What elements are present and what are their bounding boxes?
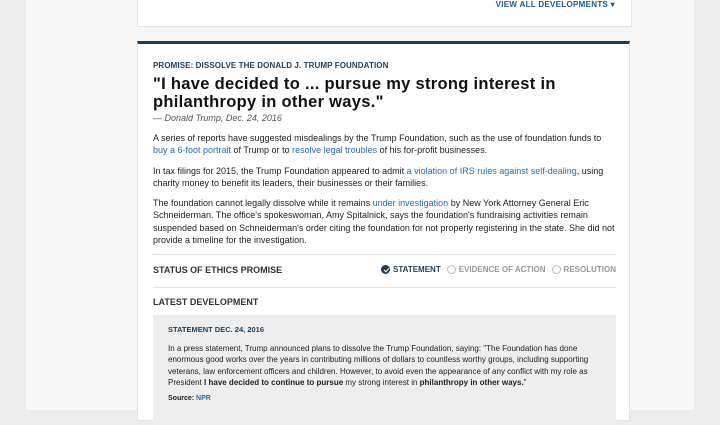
paragraph-1-text-b: of Trump or to bbox=[231, 145, 293, 156]
step-label: RESOLUTION bbox=[563, 265, 616, 274]
latest-text-bold-a: I have decided to continue to pursue bbox=[204, 377, 344, 387]
paragraph-1: A series of reports have suggested misde… bbox=[153, 132, 616, 157]
step-resolution: RESOLUTION bbox=[551, 265, 616, 274]
ethics-status-row: STATUS OF ETHICS PROMISE STATEMENT EVIDE… bbox=[153, 265, 616, 279]
latest-text-c: " bbox=[523, 377, 527, 387]
view-all-developments-link[interactable]: VIEW ALL DEVELOPMENTS ▾ bbox=[496, 0, 615, 9]
empty-circle-icon bbox=[551, 265, 561, 274]
source-label: Source: bbox=[168, 395, 197, 403]
latest-source: Source: NPR bbox=[168, 395, 601, 402]
paragraph-1-text-a: A series of reports have suggested misde… bbox=[153, 133, 602, 143]
check-circle-icon bbox=[381, 265, 391, 274]
paragraph-1-text-c: of his for-profit businesses. bbox=[377, 145, 488, 156]
quote-attribution: — Donald Trump, Dec. 24, 2016 bbox=[153, 113, 282, 123]
legal-troubles-link[interactable]: resolve legal troubles bbox=[292, 145, 377, 155]
paragraph-3-text-a: The foundation cannot legally dissolve w… bbox=[153, 198, 373, 208]
paragraph-2-text-a: In tax filings for 2015, the Trump Found… bbox=[153, 166, 407, 176]
latest-text-bold-b: philanthropy in other ways. bbox=[419, 377, 524, 387]
empty-circle-icon bbox=[446, 265, 456, 274]
step-evidence-of-action: EVIDENCE OF ACTION bbox=[446, 265, 546, 274]
paragraph-3: The foundation cannot legally dissolve w… bbox=[153, 197, 616, 246]
latest-development-text: In a press statement, Trump announced pl… bbox=[168, 343, 601, 388]
promise-quote: "I have decided to ... pursue my strong … bbox=[153, 75, 556, 111]
latest-development-content: STATEMENT DEC. 24, 2016 In a press state… bbox=[168, 325, 601, 402]
step-statement: STATEMENT bbox=[381, 265, 441, 274]
divider bbox=[153, 287, 616, 288]
latest-development-title: LATEST DEVELOPMENT bbox=[153, 297, 259, 307]
promise-kicker: PROMISE: DISSOLVE THE DONALD J. TRUMP FO… bbox=[153, 61, 389, 70]
latest-text-b: my strong interest in bbox=[343, 377, 420, 387]
latest-development-kicker: STATEMENT DEC. 24, 2016 bbox=[168, 325, 264, 334]
latest-development-panel: STATEMENT DEC. 24, 2016 In a press state… bbox=[153, 315, 616, 425]
source-npr-link[interactable]: NPR bbox=[196, 395, 211, 402]
promise-card: PROMISE: DISSOLVE THE DONALD J. TRUMP FO… bbox=[137, 41, 630, 425]
portrait-link[interactable]: buy a 6-foot portrait bbox=[153, 145, 231, 155]
irs-violation-link[interactable]: a violation of IRS rules against self-de… bbox=[407, 166, 577, 176]
step-label: STATEMENT bbox=[393, 265, 441, 274]
under-investigation-link[interactable]: under investigation bbox=[373, 198, 449, 208]
ethics-status-title: STATUS OF ETHICS PROMISE bbox=[153, 265, 283, 275]
previous-promise-card: VIEW ALL DEVELOPMENTS ▾ bbox=[137, 0, 632, 27]
paragraph-2: In tax filings for 2015, the Trump Found… bbox=[153, 165, 616, 190]
status-steps: STATEMENT EVIDENCE OF ACTION RESOLUTION bbox=[381, 265, 616, 274]
divider bbox=[153, 254, 616, 255]
step-label: EVIDENCE OF ACTION bbox=[458, 265, 546, 274]
